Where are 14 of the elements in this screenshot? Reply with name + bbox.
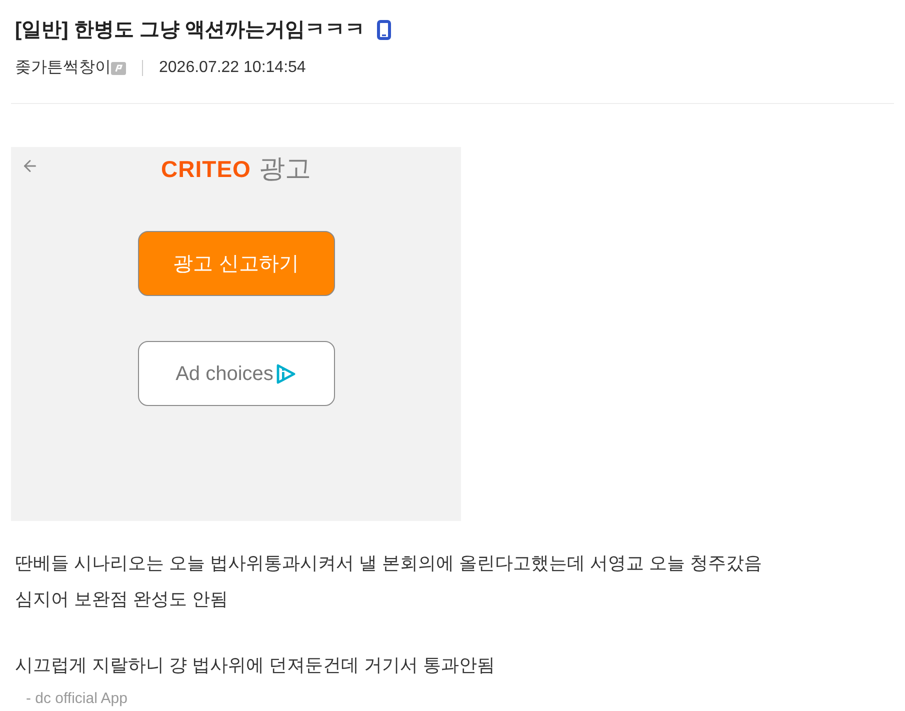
play-info-icon bbox=[276, 364, 296, 384]
signature-text: - dc official App bbox=[25, 689, 128, 709]
report-ad-button[interactable]: 광고 신고하기 bbox=[138, 231, 334, 296]
phone-icon bbox=[377, 20, 391, 40]
body-text-line: 시끄럽게 지랄하니 걍 법사위에 던져둔건데 거기서 통과안됨 bbox=[15, 654, 496, 677]
post-title: [일반] 한병도 그냥 액션까는거임ㅋㅋㅋ bbox=[15, 18, 365, 43]
logo-text: CRITEO bbox=[161, 158, 251, 181]
nick-badge-icon bbox=[111, 62, 126, 74]
body-text-line: 심지어 보완점 완성도 안됨 bbox=[15, 588, 230, 611]
ad-label: 광고 bbox=[258, 155, 311, 181]
author-name[interactable]: 좆가튼썩창이 bbox=[15, 56, 111, 80]
ad-choices-button[interactable]: Ad choices bbox=[138, 341, 334, 406]
post-date: 2026.07.22 10:14:54 bbox=[159, 58, 306, 78]
body-text-line: 딴베들 시나리오는 오늘 법사위통과시켜서 낼 본회의에 올린다고했는데 서영교 오늘 청주갔음 bbox=[15, 552, 764, 575]
